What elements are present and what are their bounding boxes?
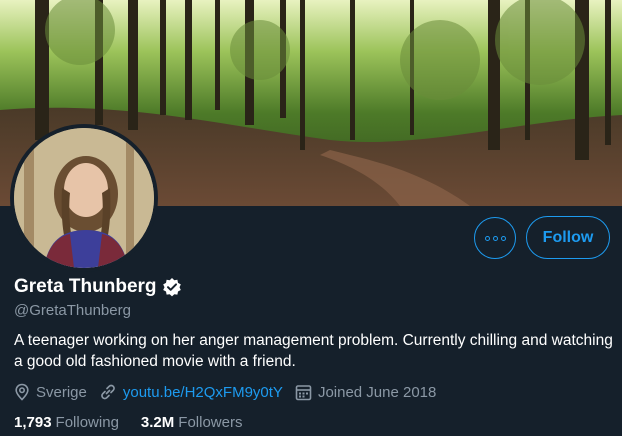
following-stat[interactable]: 1,793 Following xyxy=(14,414,119,431)
profile-name-row: Greta Thunberg xyxy=(14,276,182,298)
profile-handle: @GretaThunberg xyxy=(14,302,131,319)
website-link[interactable]: youtu.be/H2QxFM9y0tY xyxy=(123,384,283,401)
followers-count: 3.2M xyxy=(140,414,175,431)
location-pin-icon xyxy=(15,383,29,401)
joined-item: Joined June 2018 xyxy=(295,384,436,401)
following-label: Following xyxy=(55,414,119,431)
followers-label: Followers xyxy=(178,414,243,431)
link-icon xyxy=(100,384,115,400)
website-item[interactable]: youtu.be/H2QxFM9y0tY xyxy=(99,383,283,401)
avatar-photo xyxy=(14,128,154,268)
calendar-icon xyxy=(295,384,312,400)
profile-meta: Sverige youtu.be/H2QxFM9y0tY Joined June… xyxy=(14,383,448,401)
profile-avatar[interactable] xyxy=(10,124,158,272)
follow-button[interactable]: Follow xyxy=(526,216,610,259)
profile-name: Greta Thunberg xyxy=(14,276,157,297)
following-count: 1,793 xyxy=(14,414,52,431)
followers-stat[interactable]: 3.2M Followers xyxy=(141,414,243,431)
location-item: Sverige xyxy=(14,383,87,401)
joined-text: Joined June 2018 xyxy=(317,383,437,401)
location-text: Sverige xyxy=(36,383,87,401)
more-options-button[interactable] xyxy=(474,217,516,259)
more-icon xyxy=(484,235,506,241)
verified-badge-icon xyxy=(162,278,181,297)
profile-stats: 1,793 Following 3.2M Followers xyxy=(14,414,264,431)
profile-bio: A teenager working on her anger manageme… xyxy=(14,332,613,370)
